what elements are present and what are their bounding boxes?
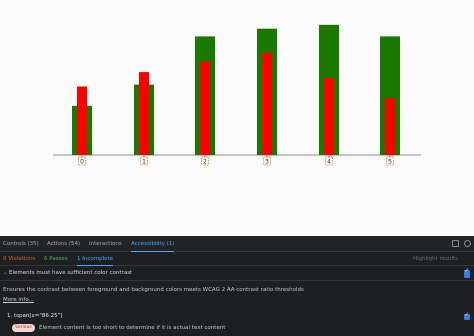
x-tick-0: 0 <box>78 155 86 166</box>
node-selector: 1. tspan[x="86.25"] <box>7 313 63 319</box>
x-tick-label: 3 <box>265 159 269 166</box>
chevron-down-icon[interactable]: ⌄ <box>3 270 8 276</box>
bar-series1-2 <box>200 61 210 155</box>
node-message: Element content is too short to determin… <box>39 325 226 331</box>
tab-actions[interactable]: Actions (54) <box>47 241 80 252</box>
tab-controls[interactable]: Controls (35) <box>3 241 39 252</box>
x-tick-3: 3 <box>263 155 271 166</box>
highlight-results-label: Highlight results <box>412 256 458 262</box>
x-tick-4: 4 <box>325 155 333 166</box>
external-link-icon[interactable] <box>452 240 459 247</box>
x-tick-label: 1 <box>142 159 146 166</box>
tab-interactions[interactable]: Interactions <box>89 241 122 252</box>
node-row[interactable]: 1. tspan[x="86.25"] <box>3 312 471 322</box>
x-tick-label: 5 <box>388 159 392 166</box>
x-tick-label: 0 <box>80 159 84 166</box>
bar-series1-3 <box>262 52 272 155</box>
bar-series1-0 <box>77 86 87 155</box>
bar-series1-1 <box>139 72 149 155</box>
result-tabs: 0 Violations 6 Passes 1 Incomplete Highl… <box>0 252 474 278</box>
bar-series1-5 <box>385 98 395 155</box>
settings-icon[interactable] <box>464 240 471 247</box>
incomplete-tab[interactable]: 1 Incomplete <box>77 256 114 266</box>
panel-tabs: Controls (35) Actions (54) Interactions … <box>0 236 474 252</box>
bar-series1-4 <box>324 77 334 155</box>
passes-tab[interactable]: 6 Passes <box>44 256 68 266</box>
x-tick-label: 4 <box>327 159 331 166</box>
x-tick-5: 5 <box>386 155 394 166</box>
bar-chart: 0 1 2 3 4 5 <box>53 24 421 166</box>
node-checkbox[interactable] <box>464 312 470 320</box>
severity-badge: Serious <box>12 324 35 332</box>
x-tick-1: 1 <box>140 155 148 166</box>
more-info-link[interactable]: More info... <box>3 297 34 303</box>
addon-panel: Controls (35) Actions (54) Interactions … <box>0 236 474 336</box>
rule-header[interactable]: ⌄ Elements must have sufficient color co… <box>0 266 474 281</box>
rule-checkbox[interactable] <box>464 268 470 276</box>
x-tick-2: 2 <box>201 155 209 166</box>
story-canvas: 0 1 2 3 4 5 <box>0 0 474 236</box>
rule-title: Elements must have sufficient color cont… <box>9 270 133 276</box>
x-tick-label: 2 <box>203 159 207 166</box>
tab-accessibility[interactable]: Accessibility (1) <box>131 241 175 252</box>
rule-description: Ensures the contrast between foreground … <box>3 287 304 293</box>
violations-tab[interactable]: 0 Violations <box>3 256 35 266</box>
